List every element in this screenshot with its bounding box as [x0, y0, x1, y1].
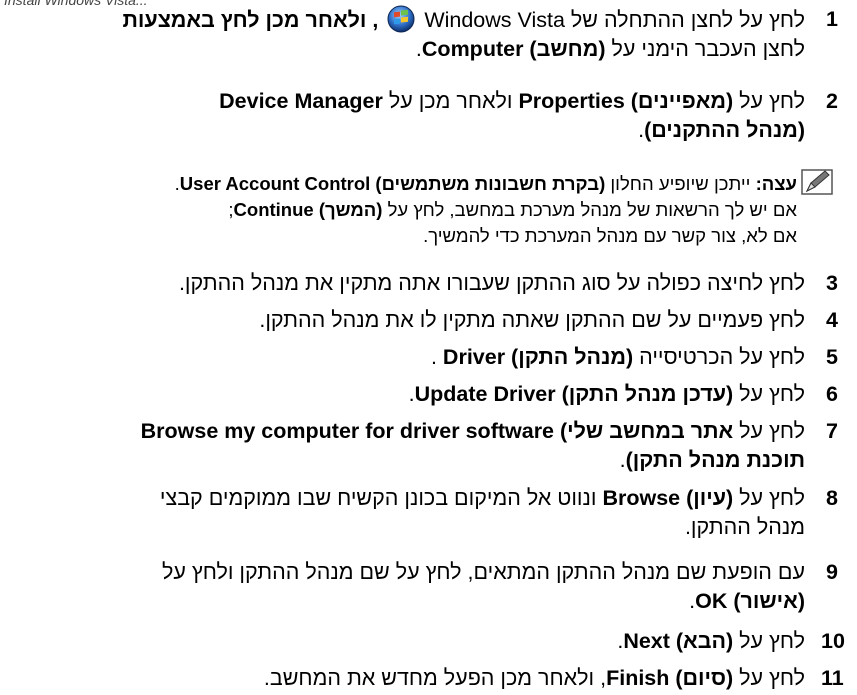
step-number: 2 — [826, 89, 838, 113]
step-text: לחץ פעמיים על שם ההתקן שאתה מתקין לו את … — [259, 308, 805, 332]
step-number: 7 — [826, 419, 838, 443]
tip-text: עצה: ייתכן שיופיע החלון User Account Con… — [174, 173, 797, 246]
step-number: 8 — [826, 486, 838, 510]
step-text: לחץ על Finish (סיום), ולאחר מכן הפעל מחד… — [263, 666, 805, 690]
step-number: 9 — [826, 560, 838, 584]
step-number: 11 — [821, 666, 844, 690]
step-6: 6 לחץ על Update Driver (עדכן מנהל התקן). — [0, 380, 843, 410]
step-9: 9 עם הופעת שם מנהל ההתקן המתאים, לחץ על … — [0, 558, 843, 618]
step-2: 2 לחץ על Properties (מאפיינים) ולאחר מכן… — [0, 87, 843, 147]
step-text: לחץ על הכרטיסייה Driver (מנהל התקן) . — [430, 345, 805, 369]
step-7: 7 לחץ על Browse my computer for driver s… — [0, 417, 843, 477]
document-page: Install Windows Vista... 1 לחץ על לחצן ה… — [0, 0, 857, 695]
step-text: לחץ על Next (הבא). — [617, 629, 805, 653]
pencil-note-icon — [801, 169, 833, 195]
step-text: לחץ על לחצן ההתחלה של Windows Vista , ול… — [122, 5, 805, 64]
step-1-line-2: לחצן העכבר הימני על Computer (מחשב). — [415, 37, 805, 61]
step-number: 3 — [826, 271, 838, 295]
tip-label: עצה: — [755, 173, 797, 194]
step-8: 8 לחץ על Browse (עיון) ונווט אל המיקום ב… — [0, 484, 843, 544]
step-number: 4 — [826, 308, 838, 332]
step-number: 1 — [826, 7, 838, 31]
windows-start-orb-icon — [387, 5, 415, 33]
step-11: 11 לחץ על Finish (סיום), ולאחר מכן הפעל … — [0, 664, 844, 694]
step-text: עם הופעת שם מנהל ההתקן המתאים, לחץ על שם… — [162, 560, 805, 613]
step-number: 5 — [826, 345, 838, 369]
step-1-line-1: לחץ על לחצן ההתחלה של Windows Vista , ול… — [122, 5, 805, 35]
step-text: לחץ על Browse my computer for driver sof… — [140, 419, 805, 472]
step-number: 10 — [821, 629, 845, 653]
step-number: 6 — [826, 382, 838, 406]
step-text: לחץ על Browse (עיון) ונווט אל המיקום בכו… — [159, 486, 805, 539]
step-5: 5 לחץ על הכרטיסייה Driver (מנהל התקן) . — [0, 343, 843, 373]
tip-note: עצה: ייתכן שיופיע החלון User Account Con… — [0, 169, 835, 253]
step-text: לחץ על Properties (מאפיינים) ולאחר מכן ע… — [219, 89, 805, 142]
step-text: לחץ לחיצה כפולה על סוג ההתקן שעבורו אתה … — [178, 271, 805, 295]
step-3: 3 לחץ לחיצה כפולה על סוג ההתקן שעבורו את… — [0, 269, 843, 299]
step-4: 4 לחץ פעמיים על שם ההתקן שאתה מתקין לו א… — [0, 306, 843, 336]
step-10: 10 לחץ על Next (הבא). — [0, 627, 845, 657]
step-1: 1 לחץ על לחצן ההתחלה של Windows Vista , … — [0, 5, 843, 65]
step-text: לחץ על Update Driver (עדכן מנהל התקן). — [408, 382, 805, 406]
